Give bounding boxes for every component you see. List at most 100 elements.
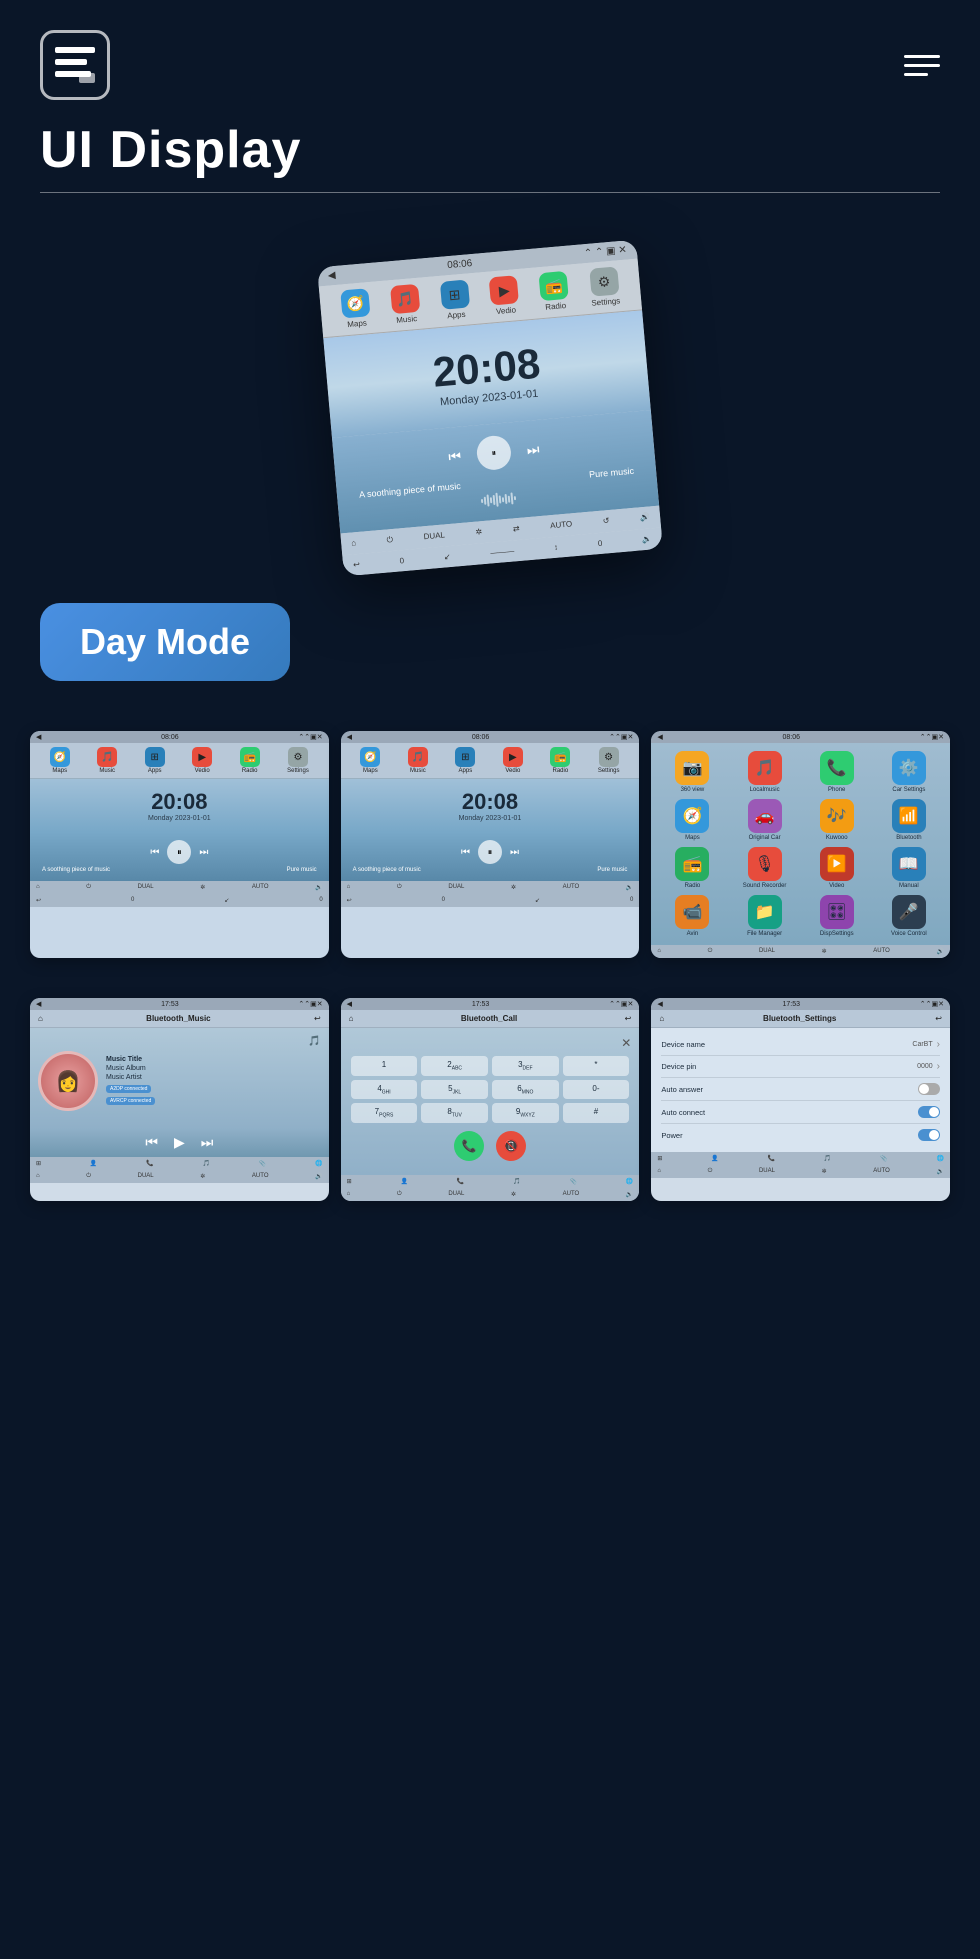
bt-arrow-device-name[interactable]: ›: [937, 1039, 940, 1050]
hero-pause-btn[interactable]: ⏸: [476, 434, 513, 471]
mini-music-text-1: A soothing piece of music: [42, 867, 110, 873]
page-title: UI Display: [40, 120, 940, 180]
mini-screen-3-apps: ◀08:06⌃⌃▣✕ 📷 360 view 🎵 Localmusic 📞 Pho…: [651, 731, 950, 958]
mini-clock-1: 20:08 Monday 2023-01-01: [30, 779, 329, 832]
dial-key-9[interactable]: 9WXYZ: [492, 1103, 559, 1123]
mini-app-vedio-2[interactable]: ▶Vedio: [503, 747, 523, 774]
app-manual[interactable]: 📖 Manual: [876, 847, 942, 889]
mini-status-1: ◀08:06⌃⌃▣✕: [30, 731, 329, 743]
nav-music[interactable]: 🎵 Music: [390, 284, 421, 325]
dial-key-5[interactable]: 5JKL: [421, 1080, 488, 1100]
bt-arrow-device-pin[interactable]: ›: [937, 1061, 940, 1072]
app-avin[interactable]: 📹 Avin: [659, 895, 725, 937]
dial-key-1[interactable]: 1: [351, 1056, 418, 1076]
bt-setting-auto-answer: Auto answer: [661, 1078, 940, 1101]
bt-call-bottom2: ⌂⏻DUAL✲AUTO🔊: [341, 1188, 640, 1201]
app-phone[interactable]: 📞 Phone: [804, 751, 870, 793]
mini-bottom-1b: ↩0↙0: [30, 894, 329, 907]
mini-pause-1[interactable]: ⏸: [167, 840, 191, 864]
grid-row-1: ◀08:06⌃⌃▣✕ 🧭Maps 🎵Music ⊞Apps ▶Vedio 📻Ra…: [0, 721, 980, 968]
dial-grid: 1 2ABC 3DEF * 4GHI 5JKL 6MNO 0- 7PQRS 8T…: [349, 1054, 632, 1125]
mini-screen-bt-settings: ◀17:53⌃⌃▣✕ ⌂ Bluetooth_Settings ↩ Device…: [651, 998, 950, 1201]
nav-apps[interactable]: ⊞ Apps: [439, 279, 470, 320]
mini-nav-2: 🧭Maps 🎵Music ⊞Apps ▶Vedio 📻Radio ⚙Settin…: [341, 743, 640, 779]
dial-key-7[interactable]: 7PQRS: [351, 1103, 418, 1123]
nav-settings[interactable]: ⚙ Settings: [588, 266, 620, 307]
bt-call-close: ✕: [349, 1036, 632, 1050]
dial-key-hash[interactable]: #: [563, 1103, 630, 1123]
mini-app-settings-2[interactable]: ⚙Settings: [598, 747, 620, 774]
nav-maps[interactable]: 🧭 Maps: [340, 288, 371, 329]
logo-icon: [40, 30, 110, 100]
mini-app-music-2[interactable]: 🎵Music: [408, 747, 428, 774]
bt-settings-content: Device name CarBT › Device pin 0000 › Au…: [651, 1028, 950, 1152]
mini-bottom-1: ⌂⏻DUAL✲AUTO🔊: [30, 881, 329, 894]
bt-value-device-name: CarBT: [912, 1041, 932, 1048]
day-mode-badge: Day Mode: [40, 603, 290, 681]
bt-call-status: ◀17:53⌃⌃▣✕: [341, 998, 640, 1010]
app-kuwooo[interactable]: 🎶 Kuwooo: [804, 799, 870, 841]
bt-play-btn[interactable]: ▶: [174, 1134, 185, 1151]
app-dispsettings[interactable]: 🎛 DispSettings: [804, 895, 870, 937]
header-top: [40, 30, 940, 100]
mini-music-controls-2: ⏮ ⏸ ⏭: [349, 840, 632, 864]
app-soundrecorder[interactable]: 🎙 Sound Recorder: [731, 847, 797, 889]
mini-music-text-2: A soothing piece of music: [353, 867, 421, 873]
app-originalcar[interactable]: 🚗 Original Car: [731, 799, 797, 841]
app-filemanager[interactable]: 📁 File Manager: [731, 895, 797, 937]
mini-music-controls-1: ⏮ ⏸ ⏭: [38, 840, 321, 864]
mini-app-apps-2[interactable]: ⊞Apps: [455, 747, 475, 774]
dial-key-4[interactable]: 4GHI: [351, 1080, 418, 1100]
nav-radio[interactable]: 📻 Radio: [539, 271, 570, 312]
mini-music-right-1: Pure music: [287, 867, 317, 873]
mini-app-radio-2[interactable]: 📻Radio: [550, 747, 570, 774]
call-hangup-btn[interactable]: 📵: [496, 1131, 526, 1161]
app-localmusic[interactable]: 🎵 Localmusic: [731, 751, 797, 793]
bt-next-btn[interactable]: ⏭: [201, 1134, 214, 1151]
mini-app-maps-1[interactable]: 🧭Maps: [50, 747, 70, 774]
mini-bottom-3: ⌂⏻DUAL✲AUTO🔊: [651, 945, 950, 958]
dial-key-star[interactable]: *: [563, 1056, 630, 1076]
bt-music-status: ◀17:53⌃⌃▣✕: [30, 998, 329, 1010]
dial-key-2[interactable]: 2ABC: [421, 1056, 488, 1076]
bt-toggle-auto-answer[interactable]: [918, 1083, 940, 1095]
dial-key-8[interactable]: 8TUV: [421, 1103, 488, 1123]
mini-app-vedio-1[interactable]: ▶Vedio: [192, 747, 212, 774]
bt-settings-bottom: ⊞👤📞🎵📎🌐: [651, 1152, 950, 1165]
header: UI Display: [0, 0, 980, 233]
dial-key-3[interactable]: 3DEF: [492, 1056, 559, 1076]
bt-label-device-pin: Device pin: [661, 1062, 696, 1071]
app-video[interactable]: ▶️ Video: [804, 847, 870, 889]
mini-bottom-2b: ↩0↙0: [341, 894, 640, 907]
dial-key-6[interactable]: 6MNO: [492, 1080, 559, 1100]
bt-label-power: Power: [661, 1131, 682, 1140]
bt-call-bottom: ⊞👤📞🎵📎🌐: [341, 1175, 640, 1188]
bt-label-device-name: Device name: [661, 1040, 705, 1049]
mini-screen-bt-call: ◀17:53⌃⌃▣✕ ⌂ Bluetooth_Call ↩ ✕ 1 2ABC 3…: [341, 998, 640, 1201]
bt-music-header: ⌂ Bluetooth_Music ↩: [30, 1010, 329, 1028]
app-grid: 📷 360 view 🎵 Localmusic 📞 Phone ⚙️ Car S…: [651, 743, 950, 945]
dial-key-0dash[interactable]: 0-: [563, 1080, 630, 1100]
bt-toggle-power[interactable]: [918, 1129, 940, 1141]
app-maps[interactable]: 🧭 Maps: [659, 799, 725, 841]
hamburger-icon[interactable]: [904, 55, 940, 76]
app-bluetooth[interactable]: 📶 Bluetooth: [876, 799, 942, 841]
mini-app-settings-1[interactable]: ⚙Settings: [287, 747, 309, 774]
bt-toggle-auto-connect[interactable]: [918, 1106, 940, 1118]
app-360view[interactable]: 📷 360 view: [659, 751, 725, 793]
nav-vedio[interactable]: ▶ Vedio: [489, 275, 520, 316]
call-answer-btn[interactable]: 📞: [454, 1131, 484, 1161]
mini-app-maps-2[interactable]: 🧭Maps: [360, 747, 380, 774]
app-voicecontrol[interactable]: 🎤 Voice Control: [876, 895, 942, 937]
mini-app-music-1[interactable]: 🎵Music: [97, 747, 117, 774]
mini-app-radio-1[interactable]: 📻Radio: [240, 747, 260, 774]
section-gap-1: [0, 968, 980, 988]
bt-call-content: ✕ 1 2ABC 3DEF * 4GHI 5JKL 6MNO 0- 7PQRS …: [341, 1028, 640, 1175]
day-mode-container: Day Mode: [0, 603, 980, 721]
mini-pause-2[interactable]: ⏸: [478, 840, 502, 864]
bt-prev-btn[interactable]: ⏮: [145, 1134, 158, 1151]
app-carsettings[interactable]: ⚙️ Car Settings: [876, 751, 942, 793]
bt-music-bottom2: ⌂⏻DUAL✲AUTO🔊: [30, 1170, 329, 1183]
app-radio[interactable]: 📻 Radio: [659, 847, 725, 889]
mini-app-apps-1[interactable]: ⊞Apps: [145, 747, 165, 774]
